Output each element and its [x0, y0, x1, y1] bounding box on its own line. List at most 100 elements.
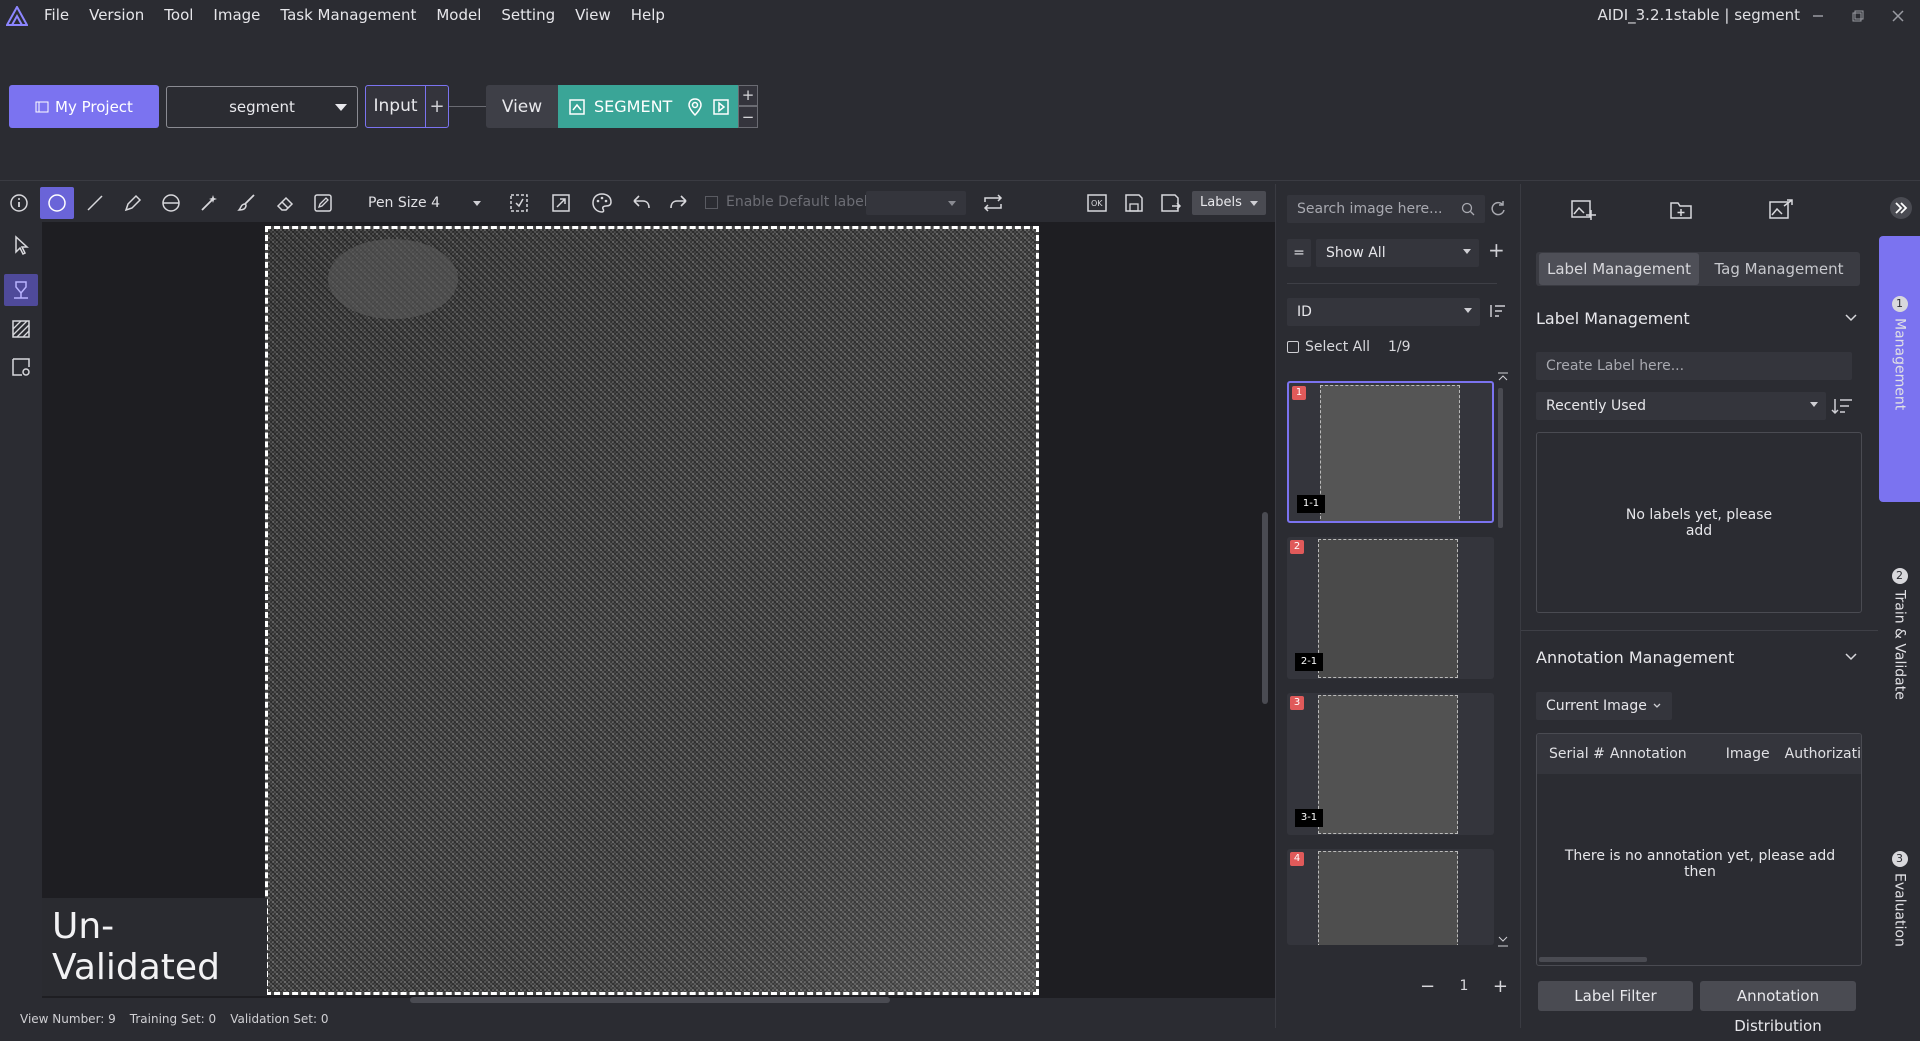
roi-settings-icon[interactable] — [2, 348, 40, 386]
column-serial[interactable]: Serial # — [1537, 746, 1610, 762]
save-as-icon[interactable] — [1152, 184, 1190, 222]
thumbnail-item[interactable]: 4 — [1287, 849, 1494, 945]
restore-icon[interactable] — [1840, 0, 1876, 31]
info-icon[interactable] — [0, 184, 38, 222]
filter-operator[interactable]: = — [1287, 239, 1311, 267]
side-tab-train-validate[interactable]: 2 Train & Validate — [1879, 568, 1920, 700]
add-image-icon[interactable] — [1570, 198, 1596, 222]
checkbox-box[interactable] — [1287, 341, 1299, 353]
menu-view[interactable]: View — [565, 0, 621, 31]
export-image-icon[interactable] — [1768, 198, 1794, 222]
filter-select[interactable]: Show All — [1316, 239, 1479, 267]
swap-icon[interactable] — [974, 184, 1012, 222]
menu-help[interactable]: Help — [621, 0, 675, 31]
input-add-button[interactable]: + — [426, 96, 448, 117]
circle-split-tool-icon[interactable] — [152, 184, 190, 222]
segment-node[interactable]: SEGMENT — [558, 85, 738, 128]
node-remove-button[interactable]: − — [738, 106, 758, 128]
menu-file[interactable]: File — [34, 0, 79, 31]
project-select[interactable]: segment — [166, 86, 358, 128]
project-select-value: segment — [229, 98, 295, 116]
redo-icon[interactable] — [660, 184, 698, 222]
sort-order-icon[interactable] — [1488, 303, 1506, 319]
menu-version[interactable]: Version — [79, 0, 154, 31]
training-set-value: 0 — [208, 1012, 217, 1026]
annotation-distribution-button[interactable]: Annotation Distribution — [1700, 981, 1856, 1035]
refresh-icon[interactable] — [1488, 199, 1508, 219]
chevron-down-icon[interactable] — [1844, 652, 1858, 662]
table-horizontal-scrollbar[interactable] — [1539, 957, 1647, 962]
search-icon[interactable] — [1461, 202, 1475, 216]
sort-select[interactable]: ID — [1287, 298, 1480, 326]
sort-order-icon[interactable] — [1831, 397, 1853, 415]
annotation-scope-select[interactable]: Current Image — [1536, 692, 1672, 720]
thumbnail-tag: 2-1 — [1295, 653, 1323, 671]
thumbnail-item[interactable]: 1 1-1 — [1287, 381, 1494, 523]
edit-icon[interactable] — [304, 184, 342, 222]
side-tab-evaluation[interactable]: 3 Evaluation — [1879, 851, 1920, 947]
menu-image[interactable]: Image — [203, 0, 270, 31]
select-pointer-icon[interactable] — [2, 226, 40, 264]
undo-icon[interactable] — [622, 184, 660, 222]
annotate-tool-icon[interactable] — [4, 274, 38, 306]
scroll-bottom-icon[interactable] — [1498, 935, 1508, 947]
side-tab-label: Evaluation — [1891, 873, 1908, 947]
tab-label-management[interactable]: Label Management — [1539, 253, 1699, 285]
scroll-top-icon[interactable] — [1498, 372, 1508, 384]
minimize-icon[interactable] — [1800, 0, 1836, 31]
node-add-button[interactable]: + — [738, 85, 758, 106]
column-image[interactable]: Image — [1726, 746, 1785, 762]
save-icon[interactable] — [1115, 184, 1153, 222]
thumbnail-item[interactable]: 3 3-1 — [1287, 693, 1494, 835]
menu-task-management[interactable]: Task Management — [270, 0, 426, 31]
ellipse-tool-icon[interactable] — [40, 187, 74, 219]
pen-tool-icon[interactable] — [114, 184, 152, 222]
default-label-select[interactable] — [866, 191, 966, 215]
collapse-panel-icon[interactable] — [1889, 196, 1913, 220]
label-filter-button[interactable]: Label Filter — [1538, 981, 1693, 1011]
auto-label-icon[interactable] — [500, 184, 538, 222]
pen-size-select[interactable]: Pen Size 4 — [363, 191, 489, 215]
brush-icon[interactable] — [228, 184, 266, 222]
magic-wand-icon[interactable] — [190, 184, 228, 222]
column-authorization[interactable]: Authorizati — [1785, 746, 1861, 762]
view-node[interactable]: View — [486, 85, 558, 128]
canvas-vertical-scrollbar[interactable] — [1262, 512, 1268, 704]
image-search-input[interactable]: Search image here... — [1287, 195, 1485, 223]
line-tool-icon[interactable] — [76, 184, 114, 222]
palette-icon[interactable] — [583, 184, 621, 222]
labels-select[interactable]: Labels — [1192, 191, 1266, 215]
side-tab-management[interactable]: 1 Management — [1879, 236, 1920, 502]
annotation-image[interactable] — [265, 226, 1039, 995]
enable-default-label-checkbox[interactable]: Enable Default label — [705, 194, 868, 210]
status-bar: View Number: 9 Training Set: 0 Validatio… — [0, 1010, 1275, 1028]
select-all-checkbox[interactable]: Select All 1/9 — [1287, 339, 1411, 355]
run-icon[interactable] — [712, 98, 730, 116]
create-label-input[interactable]: Create Label here... — [1536, 352, 1852, 380]
thumbnail-item[interactable]: 2 2-1 — [1287, 537, 1494, 679]
close-icon[interactable] — [1880, 0, 1916, 31]
mask-hatch-icon[interactable] — [2, 310, 40, 348]
thumbnail-scrollbar[interactable] — [1498, 388, 1503, 528]
page-stepper[interactable]: − 1 + — [1420, 974, 1508, 998]
add-folder-icon[interactable] — [1669, 198, 1695, 222]
page-next-button[interactable]: + — [1493, 976, 1508, 997]
location-pin-icon[interactable] — [686, 97, 704, 117]
filter-add-button[interactable]: + — [1488, 238, 1505, 262]
label-sort-select[interactable]: Recently Used — [1536, 392, 1826, 420]
checkbox-box[interactable] — [705, 195, 718, 209]
input-node[interactable]: Input + — [365, 85, 449, 128]
eraser-icon[interactable] — [266, 184, 304, 222]
my-project-button[interactable]: My Project — [9, 85, 159, 128]
column-annotation[interactable]: Annotation — [1610, 746, 1726, 762]
ok-ng-icon[interactable]: OK — [1078, 184, 1116, 222]
chevron-down-icon[interactable] — [1844, 313, 1858, 323]
menu-model[interactable]: Model — [426, 0, 491, 31]
menu-tool[interactable]: Tool — [154, 0, 203, 31]
tab-tag-management[interactable]: Tag Management — [1700, 253, 1858, 285]
window-title: AIDI_3.2.1stable | segment — [1597, 6, 1800, 24]
fit-screen-icon[interactable] — [542, 184, 580, 222]
page-prev-button[interactable]: − — [1420, 976, 1435, 997]
menu-setting[interactable]: Setting — [491, 0, 565, 31]
canvas-horizontal-scrollbar[interactable] — [410, 997, 890, 1003]
